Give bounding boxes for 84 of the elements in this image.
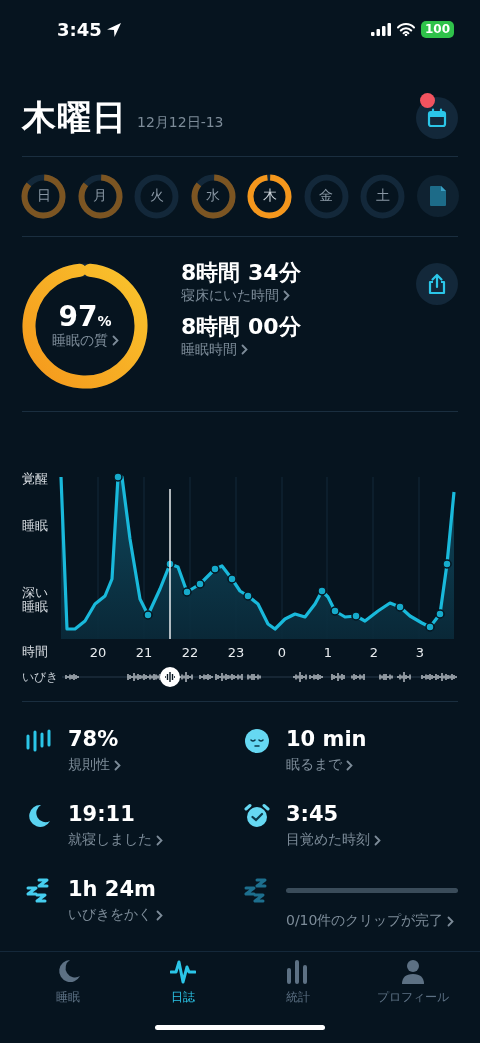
- day-label[interactable]: 水: [206, 187, 221, 206]
- stat-link[interactable]: 目覚めた時刻: [286, 831, 458, 850]
- share-icon: [427, 272, 447, 295]
- day-label[interactable]: 金: [319, 187, 334, 206]
- battery-indicator: 100: [420, 21, 454, 39]
- chevron-icon: [346, 759, 353, 771]
- duration-value: 8時間 00分: [181, 312, 301, 341]
- sleepy-face-icon: [243, 728, 271, 755]
- axis-tick: 1: [322, 644, 334, 660]
- signal-icon: [370, 23, 391, 37]
- stat-link[interactable]: 規則性: [68, 756, 240, 775]
- data-point: [351, 611, 361, 621]
- person-icon: [399, 958, 426, 985]
- chevron-icon: [283, 290, 290, 302]
- calendar-button[interactable]: [416, 96, 458, 139]
- axis-tick: 23: [226, 644, 246, 660]
- axis-label: 睡眠: [22, 519, 49, 534]
- stat-value: 10 min: [286, 726, 368, 753]
- data-point: [425, 622, 435, 632]
- chevron-icon: [374, 834, 381, 846]
- day-label[interactable]: 火: [149, 187, 164, 206]
- axis-title: 時間: [22, 643, 49, 662]
- data-point: [435, 609, 445, 619]
- pulse-icon: [169, 958, 196, 985]
- day-label[interactable]: 日: [36, 187, 51, 206]
- snore-label: いびき: [22, 668, 58, 686]
- axis-label: 深い睡眠: [22, 586, 49, 615]
- stat-value: 1h 24m: [68, 876, 157, 903]
- location-icon: [105, 21, 122, 38]
- data-point: [165, 559, 175, 569]
- quality-score: 97: [58, 301, 98, 332]
- percent-sign: %: [97, 312, 112, 329]
- wifi-icon: [396, 23, 415, 37]
- share-button[interactable]: [416, 262, 458, 305]
- stat-value: 3:45: [286, 801, 340, 828]
- stat-link[interactable]: 就寝しました: [68, 831, 240, 850]
- day-label[interactable]: 土: [375, 187, 390, 206]
- chevron-icon: [156, 834, 163, 846]
- day-ring[interactable]: [247, 173, 293, 219]
- axis-label: 覚醒: [22, 472, 49, 487]
- data-point: [210, 564, 220, 574]
- data-point: [182, 587, 192, 597]
- data-point: [195, 579, 205, 589]
- axis-tick: 22: [180, 644, 200, 660]
- tab-item[interactable]: 日誌: [125, 952, 240, 1013]
- axis-tick: 20: [88, 644, 108, 660]
- data-point: [330, 606, 340, 616]
- tab-item[interactable]: プロフィール: [355, 952, 470, 1013]
- page-title: 木曜日: [22, 95, 127, 139]
- data-point: [317, 586, 327, 596]
- day-label[interactable]: 木: [262, 187, 277, 206]
- chevron-icon: [447, 915, 455, 927]
- data-point: [227, 574, 237, 584]
- axis-tick: 21: [134, 644, 154, 660]
- data-point: [143, 610, 153, 620]
- chevron-icon: [241, 344, 248, 356]
- tab-item[interactable]: 統計: [240, 952, 355, 1013]
- stat-link[interactable]: 眠るまで: [286, 756, 458, 775]
- stat-link[interactable]: 0/10件のクリップが完了: [286, 912, 458, 931]
- chevron-icon: [111, 335, 119, 347]
- duration-value: 8時間 34分: [181, 258, 301, 287]
- chevron-icon: [114, 759, 121, 771]
- stat-link[interactable]: いびきをかく: [68, 906, 240, 925]
- day-label[interactable]: 月: [93, 187, 108, 206]
- axis-tick: 2: [368, 644, 380, 660]
- axis-tick: 3: [414, 644, 426, 660]
- axis-tick: 0: [276, 644, 288, 660]
- stat-value: 19:11: [68, 801, 136, 828]
- playhead-handle[interactable]: [159, 666, 181, 689]
- document-icon: [428, 185, 447, 208]
- tab-item[interactable]: 睡眠: [10, 952, 125, 1013]
- data-point: [113, 472, 123, 482]
- chevron-icon: [156, 909, 163, 921]
- date-range: 12月12日-13: [137, 113, 224, 132]
- quality-link[interactable]: 睡眠の質: [51, 331, 119, 350]
- alarm-clock-icon: [243, 803, 271, 830]
- data-point: [243, 591, 253, 601]
- data-point: [442, 559, 452, 569]
- status-time: 3:45: [57, 19, 102, 41]
- stat-value: 78%: [68, 726, 120, 753]
- duration-link[interactable]: 睡眠時間: [181, 340, 301, 359]
- data-point: [395, 602, 405, 612]
- calendar-icon: [427, 107, 447, 128]
- duration-link[interactable]: 寝床にいた時間: [181, 286, 301, 305]
